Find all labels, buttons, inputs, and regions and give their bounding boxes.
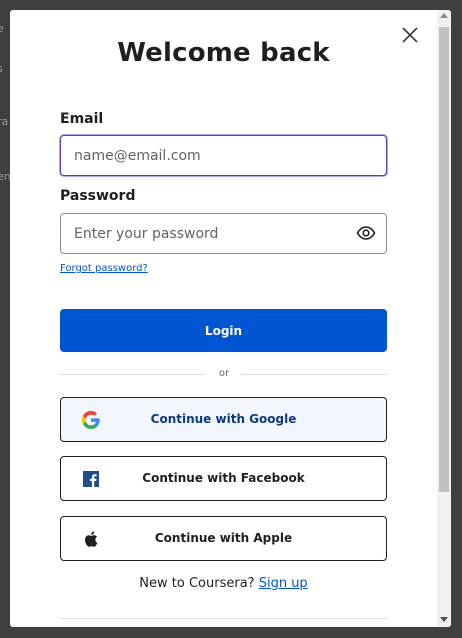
password-field[interactable] <box>60 213 387 254</box>
signup-prompt: New to Coursera? <box>139 576 259 591</box>
background-text: ra <box>0 115 9 128</box>
footer-divider <box>60 618 387 619</box>
modal-scrollbar[interactable] <box>437 10 451 627</box>
continue-with-google-button[interactable]: Continue with Google <box>60 397 387 442</box>
background-text: s <box>0 62 3 75</box>
signup-row: New to Coursera? Sign up <box>10 576 437 591</box>
continue-with-apple-button[interactable]: Continue with Apple <box>60 516 387 561</box>
eye-icon <box>356 226 376 240</box>
continue-with-facebook-button[interactable]: Continue with Facebook <box>60 456 387 501</box>
login-modal: Welcome back Email Password Forgot passw… <box>10 10 451 627</box>
forgot-password-link[interactable]: Forgot password? <box>60 263 148 274</box>
scroll-down-arrow-icon[interactable] <box>440 617 448 622</box>
email-label: Email <box>60 111 104 127</box>
signup-link[interactable]: Sign up <box>259 576 308 591</box>
email-field[interactable] <box>60 135 387 176</box>
google-button-label: Continue with Google <box>150 412 297 426</box>
apple-button-label: Continue with Apple <box>154 531 293 545</box>
scrollbar-thumb[interactable] <box>439 27 449 492</box>
divider-text: or <box>218 368 230 379</box>
scroll-up-arrow-icon[interactable] <box>440 13 448 18</box>
facebook-button-label: Continue with Facebook <box>142 471 305 485</box>
divider-line-right <box>241 374 387 375</box>
background-text: e <box>0 22 4 35</box>
divider-line-left <box>60 374 206 375</box>
modal-title: Welcome back <box>117 38 330 68</box>
show-password-button[interactable] <box>356 225 376 241</box>
password-label: Password <box>60 188 136 204</box>
login-button[interactable]: Login <box>60 309 387 352</box>
